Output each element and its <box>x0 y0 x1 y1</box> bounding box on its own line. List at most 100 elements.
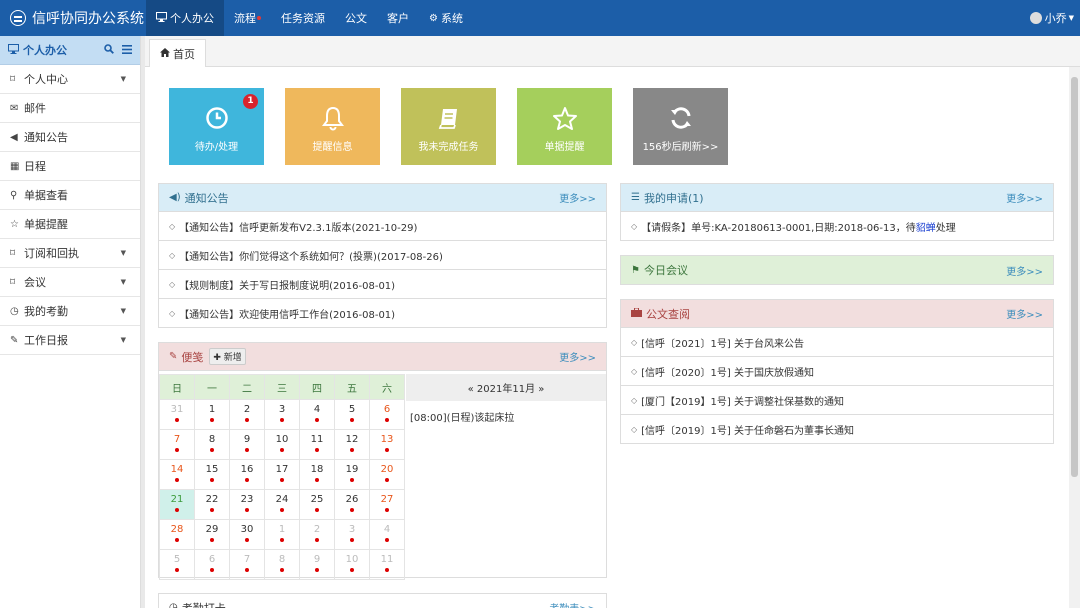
event-dot <box>245 448 249 452</box>
menu-icon[interactable] <box>122 44 132 57</box>
applications-more-link[interactable]: 更多>> <box>1006 190 1043 205</box>
calendar-icon: ▦ <box>10 160 20 172</box>
calendar-day[interactable]: 19 <box>334 459 370 490</box>
calendar-day[interactable]: 2 <box>229 399 265 430</box>
tab-home[interactable]: 首页 <box>149 39 206 67</box>
calendar-day[interactable]: 11 <box>299 429 335 460</box>
calendar-day[interactable]: 11 <box>369 549 405 580</box>
meetings-title: 今日会议 <box>643 264 688 277</box>
calendar-day[interactable]: 23 <box>229 489 265 520</box>
page-scrollbar[interactable] <box>1069 67 1080 608</box>
list-item[interactable]: ◇ [信呼〔2019〕1号] 关于任命磐石为董事长通知 <box>621 415 1053 444</box>
nav-personal-office[interactable]: 个人办公 <box>146 0 224 36</box>
calendar-day[interactable]: 9 <box>299 549 335 580</box>
sidebar-item-attendance[interactable]: ◷ 我的考勤 ▼ <box>0 297 140 326</box>
event-dot <box>280 478 284 482</box>
scrollbar-thumb[interactable] <box>1071 77 1078 477</box>
user-menu[interactable]: 小乔 ▼ <box>1029 0 1074 36</box>
approver-link[interactable]: 貂蝉 <box>916 219 936 234</box>
tile-reminders[interactable]: 提醒信息 <box>285 88 380 165</box>
list-item[interactable]: ◇ [信呼〔2020〕1号] 关于国庆放假通知 <box>621 357 1053 386</box>
calendar-day[interactable]: 30 <box>229 519 265 550</box>
sidebar-item-mail[interactable]: ✉ 邮件 <box>0 94 140 123</box>
meetings-more-link[interactable]: 更多>> <box>1006 263 1043 278</box>
sidebar-item-schedule[interactable]: ▦ 日程 <box>0 152 140 181</box>
calendar-day[interactable]: 1 <box>194 399 230 430</box>
app-brand[interactable]: 信呼协同办公系统 <box>10 0 144 36</box>
sidebar-item-meetings[interactable]: ⌑ 会议 ▼ <box>0 268 140 297</box>
month-navigator[interactable]: « 2021年11月 » <box>406 374 606 401</box>
calendar-day[interactable]: 3 <box>264 399 300 430</box>
list-item[interactable]: ◇ 【规则制度】关于写日报制度说明(2016-08-01) <box>159 270 606 299</box>
calendar-day[interactable]: 18 <box>299 459 335 490</box>
calendar-day[interactable]: 2 <box>299 519 335 550</box>
calendar-day[interactable]: 25 <box>299 489 335 520</box>
sidebar-item-personal-center[interactable]: ⌑ 个人中心 ▼ <box>0 65 140 94</box>
sidebar-item-notices[interactable]: ◀ 通知公告 <box>0 123 140 152</box>
calendar-day[interactable]: 4 <box>299 399 335 430</box>
tile-document-reminders[interactable]: 单据提醒 <box>517 88 612 165</box>
calendar-day[interactable]: 7 <box>159 429 195 460</box>
attendance-panel: ◷ 考勤打卡 考勤表>> <box>158 593 607 608</box>
sidebar-item-daily-report[interactable]: ✎ 工作日报 ▼ <box>0 326 140 355</box>
calendar-day[interactable]: 21 <box>159 489 195 520</box>
calendar-day[interactable]: 17 <box>264 459 300 490</box>
list-item[interactable]: ◇ 【通知公告】信呼更新发布V2.3.1版本(2021-10-29) <box>159 212 606 241</box>
calendar-day[interactable]: 13 <box>369 429 405 460</box>
calendar-day[interactable]: 10 <box>264 429 300 460</box>
tile-todo[interactable]: 待办/处理 1 <box>169 88 264 165</box>
list-item[interactable]: ◇ [信呼〔2021〕1号] 关于台风来公告 <box>621 328 1053 357</box>
memo-panel: ✎ 便笺 ✚ 新增 更多>> 日一二三四五六 31 1 2 3 4 5 6 7 8 9 10 11 12… <box>158 342 607 580</box>
calendar-day[interactable]: 31 <box>159 399 195 430</box>
calendar-day[interactable]: 3 <box>334 519 370 550</box>
sidebar-item-document-view[interactable]: ⚲ 单据查看 <box>0 181 140 210</box>
calendar-day[interactable]: 26 <box>334 489 370 520</box>
calendar-day[interactable]: 10 <box>334 549 370 580</box>
calendar-day[interactable]: 5 <box>159 549 195 580</box>
list-item[interactable]: ◇ [厦门【2019】1号] 关于调整社保基数的通知 <box>621 386 1053 415</box>
list-item[interactable]: ◇ 【通知公告】你们觉得这个系统如何？(投票)(2017-08-26) <box>159 241 606 270</box>
calendar-day[interactable]: 20 <box>369 459 405 490</box>
nav-tasks[interactable]: 任务资源 <box>271 0 335 36</box>
sidebar-item-document-reminder[interactable]: ☆ 单据提醒 <box>0 210 140 239</box>
calendar-day[interactable]: 1 <box>264 519 300 550</box>
tile-refresh[interactable]: 156秒后刷新>> <box>633 88 728 165</box>
event-dot <box>385 508 389 512</box>
tile-unfinished-tasks[interactable]: 我未完成任务 <box>401 88 496 165</box>
envelope-icon: ✉ <box>10 102 19 114</box>
caret-down-icon: ▼ <box>120 336 126 344</box>
calendar-day[interactable]: 7 <box>229 549 265 580</box>
calendar-day[interactable]: 27 <box>369 489 405 520</box>
calendar-day[interactable]: 9 <box>229 429 265 460</box>
calendar-day[interactable]: 12 <box>334 429 370 460</box>
calendar-event[interactable]: [08:00](日程)该起床拉 <box>406 401 606 432</box>
calendar-day[interactable]: 24 <box>264 489 300 520</box>
event-dot <box>350 538 354 542</box>
nav-process[interactable]: 流程 <box>224 0 271 36</box>
calendar-day[interactable]: 6 <box>369 399 405 430</box>
list-item[interactable]: ◇ 【请假条】单号:KA-20180613-0001,日期:2018-06-13… <box>621 212 1053 241</box>
calendar-day[interactable]: 28 <box>159 519 195 550</box>
add-memo-button[interactable]: ✚ 新增 <box>209 348 246 365</box>
nav-system[interactable]: ⚙ 系统 <box>419 0 473 36</box>
nav-documents[interactable]: 公文 <box>335 0 377 36</box>
calendar-day[interactable]: 8 <box>264 549 300 580</box>
calendar-day[interactable]: 4 <box>369 519 405 550</box>
calendar-day[interactable]: 6 <box>194 549 230 580</box>
memo-more-link[interactable]: 更多>> <box>559 349 596 364</box>
event-dot <box>280 448 284 452</box>
calendar-day[interactable]: 5 <box>334 399 370 430</box>
calendar-day[interactable]: 29 <box>194 519 230 550</box>
nav-customers[interactable]: 客户 <box>377 0 419 36</box>
list-item[interactable]: ◇ 【通知公告】欢迎使用信呼工作台(2016-08-01) <box>159 299 606 328</box>
search-icon[interactable] <box>104 43 114 57</box>
documents-more-link[interactable]: 更多>> <box>1006 306 1043 321</box>
calendar-day[interactable]: 16 <box>229 459 265 490</box>
calendar-day[interactable]: 14 <box>159 459 195 490</box>
notices-more-link[interactable]: 更多>> <box>559 190 596 205</box>
calendar-day[interactable]: 22 <box>194 489 230 520</box>
attendance-more-link[interactable]: 考勤表>> <box>549 600 596 608</box>
calendar-day[interactable]: 15 <box>194 459 230 490</box>
sidebar-item-subscriptions[interactable]: ⌑ 订阅和回执 ▼ <box>0 239 140 268</box>
calendar-day[interactable]: 8 <box>194 429 230 460</box>
